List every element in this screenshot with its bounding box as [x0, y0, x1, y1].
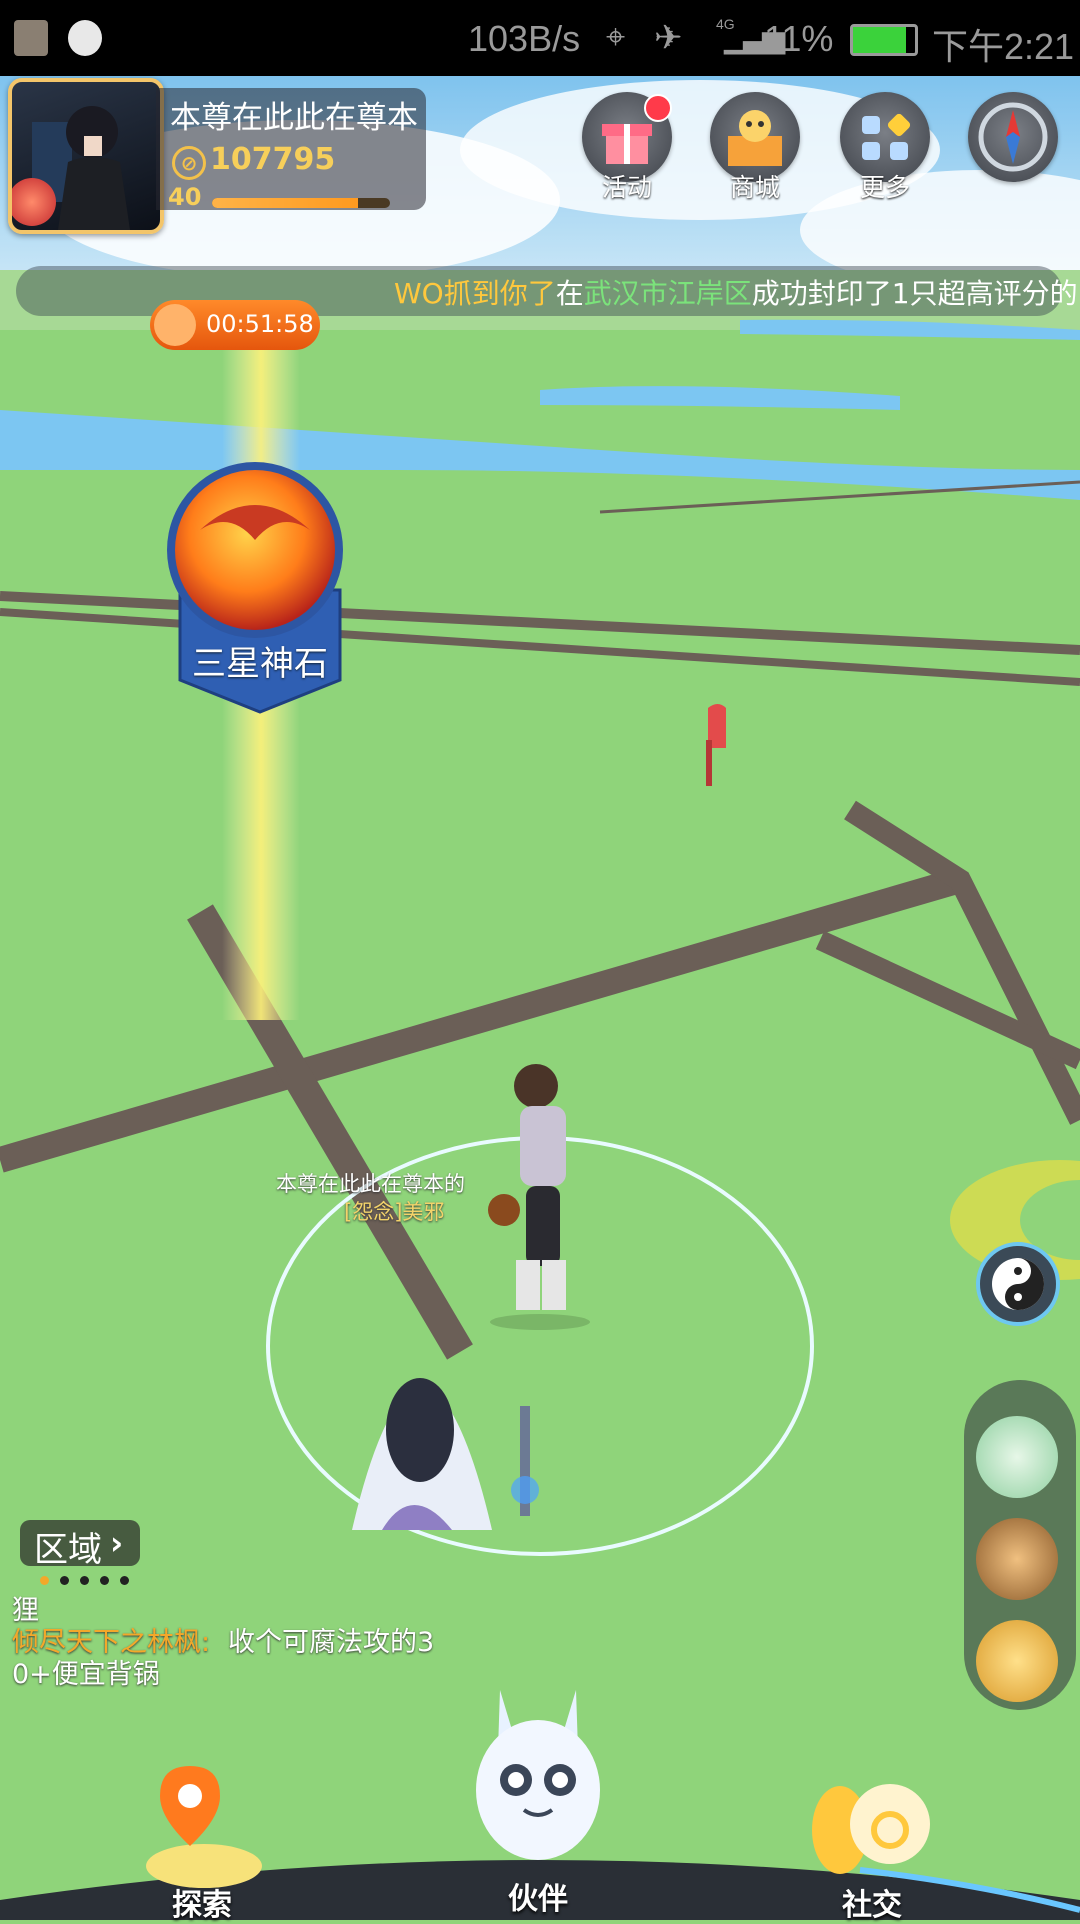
- chat-line: 0+便宜背锅: [12, 1659, 160, 1690]
- clock: 下午2:21: [932, 26, 1075, 67]
- partner-tab[interactable]: [468, 1680, 608, 1890]
- partner-label: 伙伴: [508, 1882, 568, 1917]
- battery-icon: [850, 24, 918, 56]
- broadcast-message: 成功封印了1只超高评分的: [751, 277, 1078, 310]
- player-character[interactable]: [480, 1060, 600, 1330]
- page-dot: [100, 1576, 109, 1585]
- companion-character[interactable]: [322, 1360, 562, 1540]
- compass-button[interactable]: [968, 92, 1058, 182]
- coin-icon: ⊘: [172, 146, 206, 180]
- social-tab[interactable]: [800, 1760, 940, 1890]
- chevron-right-icon: ›: [110, 1524, 124, 1562]
- chat-message: 收个可腐法攻的3: [228, 1627, 435, 1658]
- stone-label: 三星神石: [192, 644, 328, 684]
- notification-badge: [644, 94, 672, 122]
- coin-count: 107795: [210, 142, 336, 177]
- broadcast-connector: 在: [555, 277, 584, 310]
- yin-yang-button[interactable]: [976, 1242, 1060, 1326]
- player-title-label: [怨念]美邪: [344, 1200, 445, 1224]
- social-icon: [812, 1784, 930, 1874]
- shop-label: 商城: [729, 173, 780, 202]
- companion-slot-2[interactable]: [976, 1518, 1058, 1600]
- activity-label: 活动: [601, 173, 652, 202]
- player-level: 40: [168, 183, 202, 211]
- yin-yang-icon: [992, 1258, 1044, 1310]
- page-dot-active: [40, 1576, 49, 1585]
- player-nickname: 本尊在此此在尊本: [170, 100, 418, 136]
- status-bar: 103B/s ⌖ ✈ 4G ▁▃▅ 11% 下午2:21: [0, 0, 1080, 76]
- xp-progress-bar: [212, 198, 390, 208]
- map-pin-icon: [146, 1766, 262, 1888]
- broadcast-location: 武汉市江岸区: [583, 277, 752, 310]
- page-dot: [80, 1576, 89, 1585]
- ghost-companion-icon: [476, 1690, 600, 1860]
- rank-emblem-icon: [12, 178, 56, 226]
- broadcast-player: WO抓到你了: [394, 277, 556, 310]
- player-avatar[interactable]: [8, 78, 164, 234]
- region-label: 区域: [34, 1530, 102, 1570]
- shield-icon: [14, 20, 48, 56]
- social-label: 社交: [842, 1888, 902, 1923]
- player-name-label: 本尊在此此在尊本的: [276, 1172, 465, 1196]
- page-dot: [60, 1576, 69, 1585]
- timer-countdown: 00:51:58: [206, 310, 314, 338]
- explore-tab[interactable]: [130, 1756, 270, 1896]
- qq-icon: [68, 20, 102, 56]
- more-label: 更多: [859, 173, 910, 202]
- mute-icon: ✈: [654, 19, 683, 57]
- broadcast-text: WO抓到你了在武汉市江岸区成功封印了1只超高评分的: [394, 272, 1078, 312]
- explore-label: 探索: [172, 1888, 232, 1923]
- page-dot: [120, 1576, 129, 1585]
- companion-slot-1[interactable]: [976, 1416, 1058, 1498]
- compass-icon: [978, 102, 1048, 172]
- skull-icon: [154, 304, 196, 346]
- location-icon: ⌖: [606, 18, 626, 56]
- companion-slot-3[interactable]: [976, 1620, 1058, 1702]
- net-speed: 103B/s: [468, 18, 581, 59]
- battery-percent: 11%: [764, 18, 834, 59]
